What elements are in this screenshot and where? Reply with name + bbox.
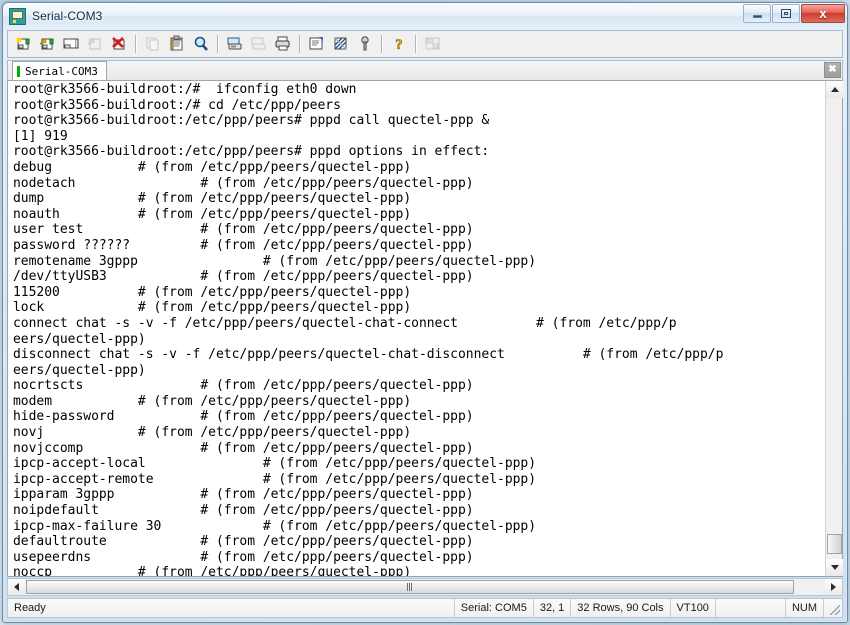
chevron-down-icon: [831, 565, 839, 570]
terminal-line: dump # (from /etc/ppp/peers/quectel-ppp): [13, 191, 825, 207]
scroll-up-button[interactable]: [826, 81, 843, 98]
new-session-icon[interactable]: [11, 33, 35, 55]
vertical-scrollbar[interactable]: [825, 81, 842, 576]
terminal-line: [1] 919: [13, 129, 825, 145]
tab-serial-com3[interactable]: Serial-COM3: [12, 61, 107, 80]
terminal-line: connect chat -s -v -f /etc/ppp/peers/que…: [13, 316, 825, 332]
terminal-line: root@rk3566-buildroot:/etc/ppp/peers# pp…: [13, 144, 825, 160]
terminal-line: disconnect chat -s -v -f /etc/ppp/peers/…: [13, 347, 825, 363]
terminal-line: root@rk3566-buildroot:/# ifconfig eth0 d…: [13, 82, 825, 98]
terminal-line: remotename 3gppp # (from /etc/ppp/peers/…: [13, 254, 825, 270]
horizontal-scrollbar-thumb[interactable]: [26, 580, 794, 594]
copy-icon: [141, 33, 165, 55]
connect-local-shell-icon[interactable]: [59, 33, 83, 55]
scroll-right-button[interactable]: [825, 579, 842, 595]
terminal-line: usepeerdns # (from /etc/ppp/peers/quecte…: [13, 550, 825, 566]
terminal-line: ipparam 3gppp # (from /etc/ppp/peers/que…: [13, 487, 825, 503]
terminal-line: noauth # (from /etc/ppp/peers/quectel-pp…: [13, 207, 825, 223]
terminal-line: hide-password # (from /etc/ppp/peers/que…: [13, 409, 825, 425]
find-icon[interactable]: [189, 33, 213, 55]
toolbar-separator: [299, 35, 301, 53]
close-button[interactable]: x: [801, 4, 845, 23]
status-ready: Ready: [8, 599, 455, 617]
status-emulation: VT100: [671, 599, 716, 617]
title-bar: Serial-COM3 x: [3, 3, 847, 29]
maximize-button[interactable]: [772, 4, 800, 23]
status-cursor-position: 32, 1: [534, 599, 571, 617]
terminal-line: eers/quectel-ppp): [13, 363, 825, 379]
status-bar: Ready Serial: COM5 32, 1 32 Rows, 90 Col…: [7, 598, 843, 618]
log-session-icon[interactable]: [223, 33, 247, 55]
svg-text:?: ?: [395, 37, 403, 53]
terminal-line: novj # (from /etc/ppp/peers/quectel-ppp): [13, 425, 825, 441]
terminal-line: debug # (from /etc/ppp/peers/quectel-ppp…: [13, 160, 825, 176]
terminal-line: noipdefault # (from /etc/ppp/peers/quect…: [13, 503, 825, 519]
chevron-up-icon: [831, 87, 839, 92]
tab-connection-indicator-icon: [17, 66, 20, 77]
horizontal-scrollbar-track[interactable]: [25, 579, 825, 595]
chevron-right-icon: [831, 583, 836, 591]
terminal-line: ipcp-accept-local # (from /etc/ppp/peers…: [13, 456, 825, 472]
close-icon: ✖: [828, 65, 836, 75]
terminal-line: /dev/ttyUSB3 # (from /etc/ppp/peers/quec…: [13, 269, 825, 285]
terminal-line: eers/quectel-ppp): [13, 332, 825, 348]
help-icon[interactable]: ?: [387, 33, 411, 55]
scroll-down-button[interactable]: [826, 559, 843, 576]
toolbar-separator: [217, 35, 219, 53]
disconnect-icon[interactable]: [107, 33, 131, 55]
tab-label: Serial-COM3: [25, 65, 98, 78]
terminal-line: root@rk3566-buildroot:/# cd /etc/ppp/pee…: [13, 98, 825, 114]
terminal-line: novjccomp # (from /etc/ppp/peers/quectel…: [13, 441, 825, 457]
global-options-icon[interactable]: [329, 33, 353, 55]
tab-strip: Serial-COM3 ✖: [7, 60, 843, 80]
status-connection: Serial: COM5: [455, 599, 534, 617]
print-screen-icon: [247, 33, 271, 55]
serial-terminal-icon: [9, 8, 26, 25]
session-options-icon[interactable]: [305, 33, 329, 55]
terminal-line: defaultroute # (from /etc/ppp/peers/quec…: [13, 534, 825, 550]
window-title: Serial-COM3: [32, 9, 102, 23]
reconnect-icon: [83, 33, 107, 55]
toolbar-separator: [415, 35, 417, 53]
terminal-line: root@rk3566-buildroot:/etc/ppp/peers# pp…: [13, 113, 825, 129]
scroll-left-button[interactable]: [8, 579, 25, 595]
print-icon[interactable]: [271, 33, 295, 55]
status-spare: [716, 599, 786, 617]
tile-windows-icon: [421, 33, 445, 55]
chevron-left-icon: [14, 583, 19, 591]
tab-close-button[interactable]: ✖: [824, 62, 841, 78]
terminal-line: nocrtscts # (from /etc/ppp/peers/quectel…: [13, 378, 825, 394]
terminal-line: password ?????? # (from /etc/ppp/peers/q…: [13, 238, 825, 254]
terminal-line: user test # (from /etc/ppp/peers/quectel…: [13, 222, 825, 238]
horizontal-scrollbar[interactable]: [7, 578, 843, 596]
toolbar: ?: [7, 30, 843, 58]
terminal-line: ipcp-max-failure 30 # (from /etc/ppp/pee…: [13, 519, 825, 535]
paste-icon[interactable]: [165, 33, 189, 55]
status-dimensions: 32 Rows, 90 Cols: [571, 599, 670, 617]
application-window: Serial-COM3 x: [2, 2, 848, 623]
toolbar-separator: [381, 35, 383, 53]
terminal-line: 115200 # (from /etc/ppp/peers/quectel-pp…: [13, 285, 825, 301]
terminal-line: nodetach # (from /etc/ppp/peers/quectel-…: [13, 176, 825, 192]
connect-icon[interactable]: [35, 33, 59, 55]
minimize-button[interactable]: [743, 4, 771, 23]
toolbar-separator: [135, 35, 137, 53]
terminal-panel: root@rk3566-buildroot:/# ifconfig eth0 d…: [7, 80, 843, 577]
terminal-line: noccp # (from /etc/ppp/peers/quectel-ppp…: [13, 565, 825, 576]
grip-icon: [407, 583, 414, 591]
terminal-output[interactable]: root@rk3566-buildroot:/# ifconfig eth0 d…: [8, 81, 825, 576]
resize-grip-icon[interactable]: [824, 599, 842, 617]
key-icon[interactable]: [353, 33, 377, 55]
status-num-lock: NUM: [786, 599, 824, 617]
terminal-line: lock # (from /etc/ppp/peers/quectel-ppp): [13, 300, 825, 316]
terminal-line: modem # (from /etc/ppp/peers/quectel-ppp…: [13, 394, 825, 410]
close-icon: x: [819, 7, 826, 20]
vertical-scrollbar-thumb[interactable]: [827, 534, 842, 554]
window-controls: x: [743, 4, 845, 23]
terminal-line: ipcp-accept-remote # (from /etc/ppp/peer…: [13, 472, 825, 488]
